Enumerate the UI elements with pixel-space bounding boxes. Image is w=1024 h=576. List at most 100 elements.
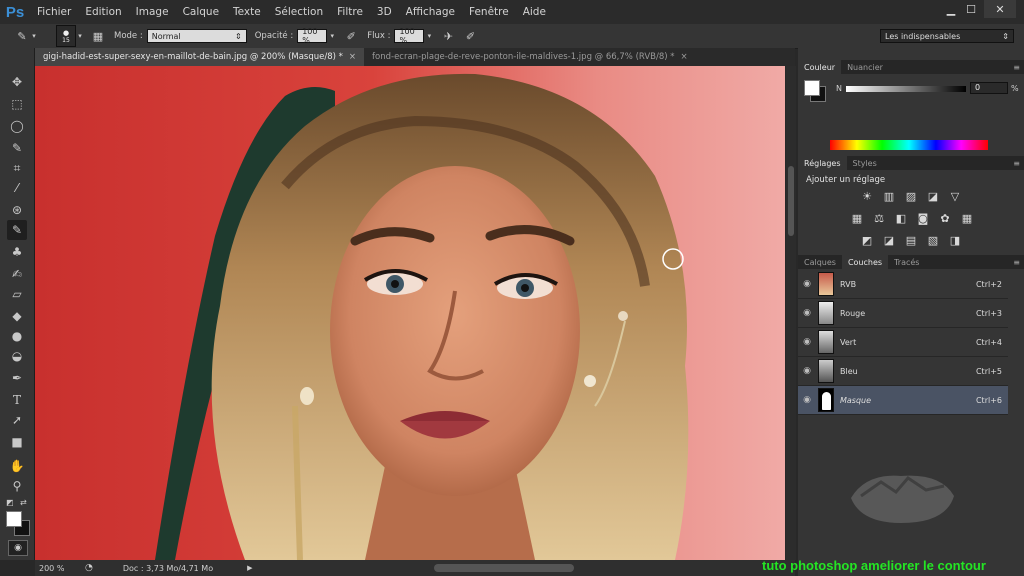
eraser-icon[interactable]: ▱	[7, 284, 27, 304]
tab-couches[interactable]: Couches	[841, 255, 889, 269]
tab-traces[interactable]: Tracés	[888, 255, 925, 269]
panel-menu-icon[interactable]: ≡	[1013, 63, 1020, 72]
status-arrow-icon[interactable]: ▶	[247, 564, 252, 572]
shape-icon[interactable]: ■	[7, 432, 27, 452]
pressure-opacity-icon[interactable]: ✐	[343, 28, 359, 44]
type-icon[interactable]: T	[7, 390, 27, 410]
dodge-icon[interactable]: ◒	[7, 346, 27, 366]
visibility-eye-icon[interactable]: ◉	[798, 395, 816, 405]
photo-filter-icon[interactable]: ◙	[916, 212, 930, 225]
pressure-size-icon[interactable]: ✐	[462, 28, 478, 44]
threshold-icon[interactable]: ▤	[904, 234, 918, 247]
channel-row-rvb[interactable]: ◉ RVB Ctrl+2	[798, 270, 1008, 299]
tab-couleur[interactable]: Couleur	[798, 60, 842, 74]
channel-row-vert[interactable]: ◉ Vert Ctrl+4	[798, 328, 1008, 357]
vibrance-icon[interactable]: ▽	[948, 190, 962, 203]
tab-fond-ecran[interactable]: fond-ecran-plage-de-reve-ponton-ile-mald…	[364, 48, 696, 66]
exposure-icon[interactable]: ◪	[926, 190, 940, 203]
chevron-down-icon[interactable]: ▾	[424, 28, 434, 44]
minimize-icon[interactable]: ▁	[940, 0, 962, 18]
brightness-icon[interactable]: ☀	[860, 190, 874, 203]
status-share-icon[interactable]: ◔	[85, 563, 93, 573]
lasso-icon[interactable]: ◯	[7, 116, 27, 136]
hue-saturation-icon[interactable]: ▦	[850, 212, 864, 225]
brush-icon[interactable]: ✎	[7, 220, 27, 240]
foreground-color-swatch[interactable]	[804, 80, 820, 96]
zoom-level[interactable]: 200 %	[39, 564, 75, 573]
color-spectrum[interactable]	[830, 140, 988, 150]
chevron-down-icon[interactable]: ▾	[327, 28, 337, 44]
menu-fichier[interactable]: Fichier	[37, 6, 71, 18]
menu-affichage[interactable]: Affichage	[406, 6, 455, 18]
close-icon[interactable]: ×	[681, 52, 688, 62]
flow-input[interactable]: 100 %	[394, 27, 425, 45]
color-balance-icon[interactable]: ⚖	[872, 212, 886, 225]
tab-calques[interactable]: Calques	[798, 255, 842, 269]
visibility-eye-icon[interactable]: ◉	[798, 337, 816, 347]
chevron-down-icon[interactable]: ▾	[30, 28, 38, 44]
invert-icon[interactable]: ◩	[860, 234, 874, 247]
marquee-icon[interactable]: ⬚	[7, 94, 27, 114]
hand-icon[interactable]: ✋	[7, 456, 27, 476]
menu-filtre[interactable]: Filtre	[337, 6, 363, 18]
gray-value-input[interactable]: 0	[970, 82, 1008, 94]
brush-size-picker[interactable]: ● 15	[56, 25, 76, 47]
blur-icon[interactable]: ●	[7, 326, 27, 346]
gray-slider[interactable]	[846, 86, 966, 92]
brush-preset-icon[interactable]: ✎	[14, 28, 30, 44]
channel-row-rouge[interactable]: ◉ Rouge Ctrl+3	[798, 299, 1008, 328]
tab-nuancier[interactable]: Nuancier	[841, 60, 889, 74]
move-icon[interactable]: ✥	[7, 72, 27, 92]
scroll-left-icon[interactable]	[256, 564, 264, 572]
menu-fenetre[interactable]: Fenêtre	[469, 6, 509, 18]
menu-image[interactable]: Image	[136, 6, 169, 18]
brush-panel-icon[interactable]: ▦	[90, 28, 106, 44]
gradient-map-icon[interactable]: ▧	[926, 234, 940, 247]
tab-gigi-hadid[interactable]: gigi-hadid-est-super-sexy-en-maillot-de-…	[35, 48, 365, 66]
pen-icon[interactable]: ✒	[7, 368, 27, 388]
quick-mask-icon[interactable]: ◉	[8, 540, 28, 556]
visibility-eye-icon[interactable]: ◉	[798, 308, 816, 318]
document-canvas[interactable]	[35, 66, 785, 560]
eyedropper-icon[interactable]: ⁄	[7, 178, 27, 198]
spot-healing-icon[interactable]: ⊛	[7, 200, 27, 220]
curves-icon[interactable]: ▨	[904, 190, 918, 203]
menu-texte[interactable]: Texte	[233, 6, 261, 18]
foreground-color-swatch[interactable]	[6, 511, 22, 527]
maximize-icon[interactable]: ☐	[960, 0, 982, 18]
clone-stamp-icon[interactable]: ♣	[7, 242, 27, 262]
panel-menu-icon[interactable]: ≡	[1013, 258, 1020, 267]
scroll-thumb[interactable]	[788, 166, 794, 236]
menu-edition[interactable]: Edition	[85, 6, 121, 18]
workspace-select[interactable]: Les indispensables ⇕	[880, 29, 1014, 43]
vertical-scrollbar[interactable]	[786, 66, 796, 560]
menu-calque[interactable]: Calque	[183, 6, 219, 18]
airbrush-icon[interactable]: ✈	[440, 28, 456, 44]
tab-reglages[interactable]: Réglages	[798, 156, 847, 170]
channel-mixer-icon[interactable]: ✿	[938, 212, 952, 225]
quick-selection-icon[interactable]: ✎	[7, 138, 27, 158]
swap-colors-icon[interactable]: ⇄	[20, 498, 27, 507]
path-selection-icon[interactable]: ➚	[7, 410, 27, 430]
visibility-eye-icon[interactable]: ◉	[798, 366, 816, 376]
color-lookup-icon[interactable]: ▦	[960, 212, 974, 225]
default-colors-icon[interactable]: ◩	[6, 498, 14, 507]
levels-icon[interactable]: ▥	[882, 190, 896, 203]
paint-bucket-icon[interactable]: ◆	[7, 306, 27, 326]
opacity-input[interactable]: 100 %	[297, 27, 328, 45]
close-icon[interactable]: ×	[349, 52, 356, 62]
channel-row-masque[interactable]: ◉ Masque Ctrl+6	[798, 386, 1008, 415]
menu-selection[interactable]: Sélection	[275, 6, 323, 18]
menu-aide[interactable]: Aide	[523, 6, 546, 18]
visibility-eye-icon[interactable]: ◉	[798, 279, 816, 289]
horizontal-scroll-thumb[interactable]	[434, 564, 575, 572]
posterize-icon[interactable]: ◪	[882, 234, 896, 247]
history-brush-icon[interactable]: ✍	[7, 264, 27, 284]
menu-3d[interactable]: 3D	[377, 6, 392, 18]
black-white-icon[interactable]: ◧	[894, 212, 908, 225]
zoom-icon[interactable]: ⚲	[7, 476, 27, 496]
close-icon[interactable]: ✕	[984, 0, 1016, 18]
selective-color-icon[interactable]: ◨	[948, 234, 962, 247]
tab-styles[interactable]: Styles	[847, 156, 883, 170]
channel-row-bleu[interactable]: ◉ Bleu Ctrl+5	[798, 357, 1008, 386]
